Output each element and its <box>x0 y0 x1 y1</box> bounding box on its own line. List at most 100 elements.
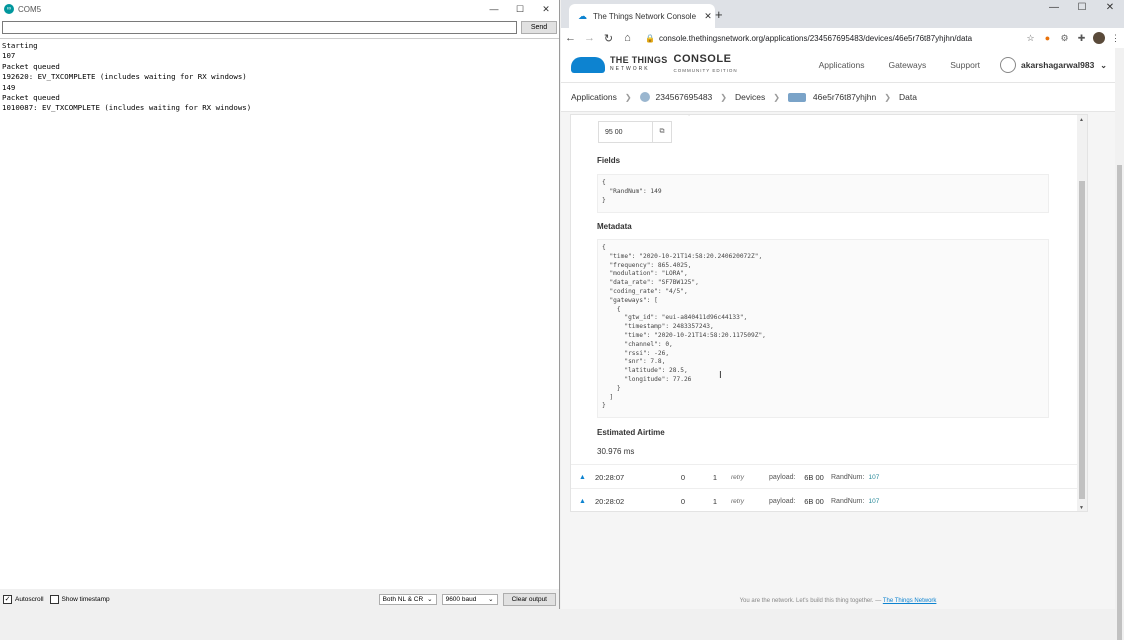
row-payload: 6B 00 <box>804 496 824 506</box>
breadcrumb-devices[interactable]: Devices <box>735 92 765 102</box>
row-counter: 0 <box>680 496 686 506</box>
new-tab-icon[interactable]: + <box>715 7 723 22</box>
close-button[interactable]: ✕ <box>1096 2 1124 13</box>
tab-close-icon[interactable]: ✕ <box>701 11 715 22</box>
browser-window-controls: — ☐ ✕ <box>1040 2 1124 13</box>
row-field-name: RandNum: <box>831 497 865 505</box>
minimize-button[interactable]: — <box>1040 2 1068 13</box>
col-port: port <box>688 115 698 116</box>
json-line: "coding_rate": "4/5", <box>602 287 688 295</box>
scroll-down-icon[interactable]: ▼ <box>1079 505 1084 511</box>
forward-icon[interactable]: → <box>580 32 599 44</box>
autoscroll-label: Autoscroll <box>15 595 44 603</box>
scrollbar-thumb[interactable] <box>1117 165 1122 640</box>
send-button[interactable]: Send <box>521 21 557 34</box>
back-icon[interactable]: ← <box>561 32 580 44</box>
metadata-json: { "time": "2020-10-21T14:58:20.240620072… <box>597 239 1049 418</box>
json-line: "channel": 0, <box>602 340 673 348</box>
line-ending-select[interactable]: Both NL & CR ⌄ <box>378 593 437 605</box>
maximize-button[interactable]: ☐ <box>1068 2 1096 13</box>
top-nav: Applications Gateways Support <box>807 60 992 70</box>
column-headers: time counter port <box>609 115 699 116</box>
copy-icon[interactable]: ⧉ <box>652 122 671 142</box>
row-payload: 6B 00 <box>804 472 824 482</box>
json-line: "rssi": -26, <box>602 349 670 357</box>
breadcrumb-app-id[interactable]: 234567695483 <box>656 92 713 102</box>
row-port: 1 <box>712 472 718 482</box>
nav-support[interactable]: Support <box>950 60 980 70</box>
chevron-down-icon: ⌄ <box>488 596 494 603</box>
user-menu[interactable]: akarshagarwal983 ⌄ <box>1000 57 1107 73</box>
serial-input-row: Send <box>2 21 557 34</box>
footer-link[interactable]: The Things Network <box>883 598 937 604</box>
breadcrumb-data[interactable]: Data <box>899 92 917 102</box>
payload-box: 95 00 ⧉ <box>598 121 672 143</box>
menu-icon[interactable]: ⋮ <box>1107 33 1124 44</box>
chevron-right-icon: ❯ <box>884 92 891 102</box>
star-icon[interactable]: ☆ <box>1022 33 1039 44</box>
address-bar[interactable]: console.thethingsnetwork.org/application… <box>659 34 1022 43</box>
clear-output-button[interactable]: Clear output <box>502 592 556 606</box>
extension-icon[interactable]: ⚙ <box>1056 33 1073 44</box>
home-icon[interactable]: ⌂ <box>618 32 637 44</box>
json-line: "modulation": "LORA", <box>602 270 688 278</box>
serial-line: 107 <box>2 51 16 61</box>
puzzle-icon[interactable]: ✚ <box>1073 33 1090 44</box>
serial-window-title: COM5 <box>18 4 42 14</box>
col-counter: counter <box>644 115 664 116</box>
serial-titlebar: ∞ COM5 — ☐ ✕ <box>0 0 559 18</box>
tab-strip: ☁ The Things Network Console ✕ + — ☐ ✕ <box>561 0 1124 28</box>
breadcrumb-applications[interactable]: Applications <box>571 92 617 102</box>
chevron-right-icon: ❯ <box>773 92 780 102</box>
ttn-logo[interactable]: THE THINGS NETWORK CONSOLE COMMUNITY EDITI… <box>571 54 738 76</box>
json-line: "time": "2020-10-21T14:58:20.117509Z", <box>602 331 766 339</box>
lock-icon[interactable]: 🔒 <box>645 34 655 43</box>
breadcrumb-device-id[interactable]: 46e5r76t87yhjhn <box>813 92 876 102</box>
nav-gateways[interactable]: Gateways <box>888 60 926 70</box>
cloud-logo-icon <box>571 57 605 73</box>
nav-applications[interactable]: Applications <box>819 60 865 70</box>
inner-scrollbar[interactable]: ▲ ▼ <box>1077 115 1087 511</box>
table-row[interactable]: ▲ 20:28:02 0 1 retry payload: 6B 00 Rand… <box>571 488 1077 511</box>
row-counter: 0 <box>680 472 686 482</box>
json-line: { <box>602 244 606 251</box>
footer-text: You are the network. Let's build this th… <box>739 598 883 604</box>
profile-avatar[interactable] <box>1090 32 1107 44</box>
close-button[interactable]: ✕ <box>533 4 559 15</box>
browser-tab[interactable]: ☁ The Things Network Console ✕ <box>569 4 715 28</box>
json-line: ] <box>602 393 614 401</box>
scroll-up-icon[interactable]: ▲ <box>1079 117 1084 123</box>
serial-line: Starting <box>2 41 38 50</box>
row-field-value: 107 <box>868 497 880 505</box>
minimize-button[interactable]: — <box>481 4 507 14</box>
user-avatar-icon <box>1000 57 1017 73</box>
json-line: { <box>602 305 621 313</box>
timestamp-label: Show timestamp <box>61 595 110 603</box>
username: akarshagarwal983 <box>1021 60 1095 70</box>
json-line: } <box>602 402 606 410</box>
json-line: "latitude": 28.5, <box>602 367 688 375</box>
expand-triangle-icon[interactable]: ▲ <box>579 498 589 505</box>
json-line: } <box>602 196 606 204</box>
line-ending-value: Both NL & CR <box>382 595 424 603</box>
json-line: "data_rate": "SF7BW125", <box>602 279 699 287</box>
serial-line: Packet queued <box>2 93 60 103</box>
serial-line: 1010087: EV_TXCOMPLETE (includes waiting… <box>2 103 252 113</box>
maximize-button[interactable]: ☐ <box>507 4 533 15</box>
autoscroll-checkbox[interactable]: ✓ Autoscroll <box>3 594 44 604</box>
expand-triangle-icon[interactable]: ▲ <box>579 474 589 481</box>
browser-toolbar: ← → ↻ ⌂ 🔒 console.thethingsnetwork.org/a… <box>561 28 1124 49</box>
baud-select[interactable]: 9600 baud ⌄ <box>441 593 498 605</box>
table-row[interactable]: ▲ 20:28:07 0 1 retry payload: 6B 00 Rand… <box>571 464 1077 489</box>
serial-line: 149 <box>2 82 16 92</box>
checkbox-box: ✓ <box>3 594 12 604</box>
extension-icon[interactable]: ● <box>1039 33 1056 43</box>
json-line: "frequency": 865.4025, <box>602 261 692 269</box>
serial-send-input[interactable] <box>2 21 517 34</box>
scrollbar-thumb[interactable] <box>1079 181 1085 499</box>
page-scrollbar[interactable] <box>1115 48 1124 640</box>
tab-title: The Things Network Console <box>593 11 697 21</box>
airtime-value: 30.976 ms <box>597 447 635 456</box>
reload-icon[interactable]: ↻ <box>599 32 618 45</box>
timestamp-checkbox[interactable]: Show timestamp <box>49 594 110 604</box>
